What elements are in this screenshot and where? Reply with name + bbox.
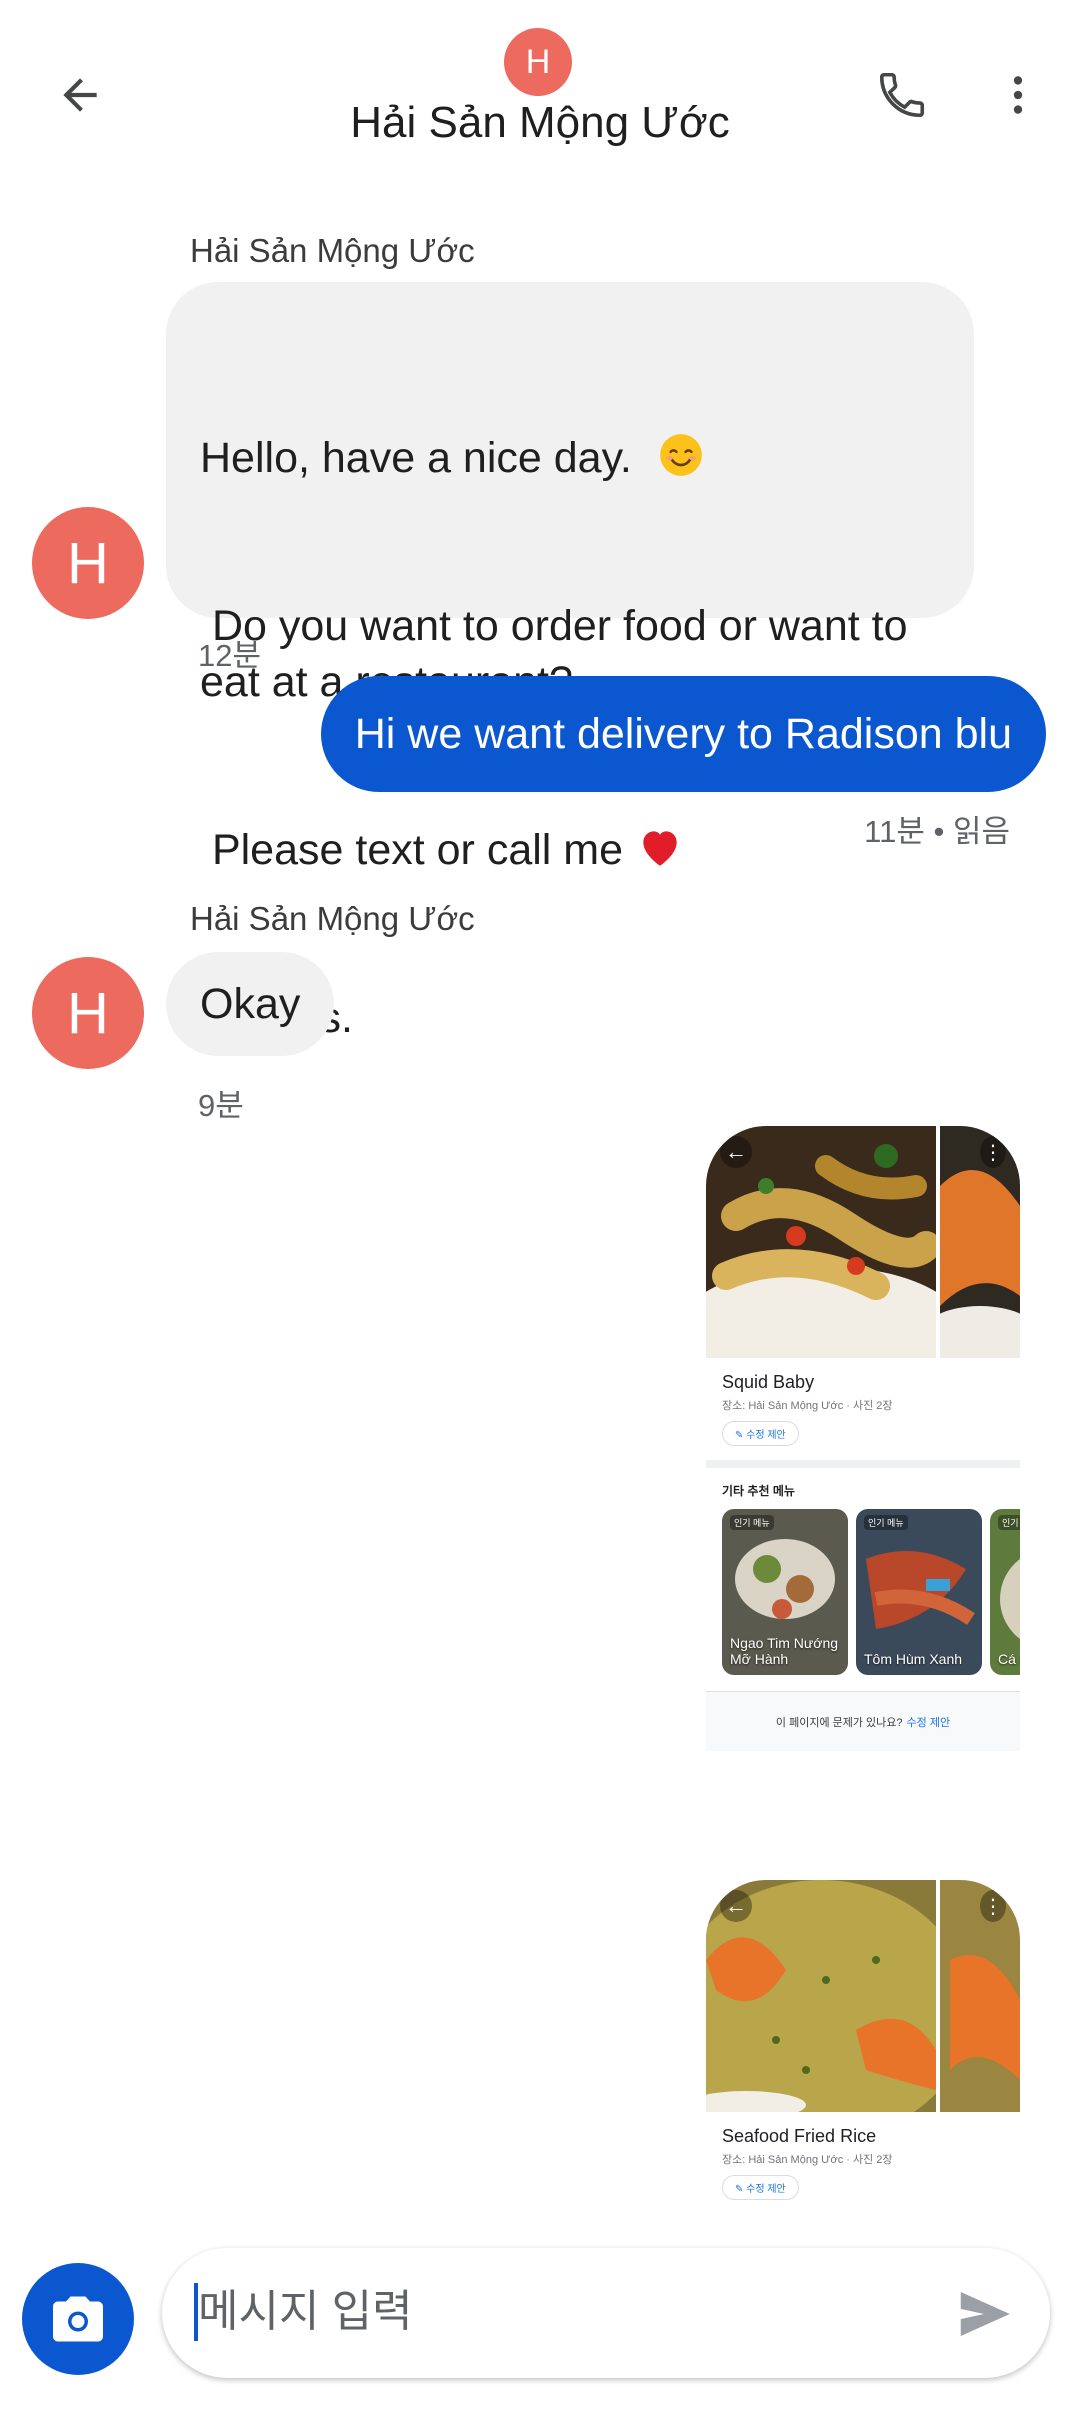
divider	[706, 1460, 1020, 1468]
suggest-edit-chip: ✎ 수정 제안	[722, 2175, 799, 2200]
thumbnail-caption: Cá C	[998, 1651, 1020, 1667]
camera-button[interactable]	[22, 2263, 134, 2375]
send-icon	[960, 2292, 1010, 2336]
image-attachment[interactable]: ← ⋮ Squid Baby 장소: Hải Sản Mộng Ước · 사진…	[706, 1126, 1020, 1766]
outgoing-message-bubble[interactable]: Hi we want delivery to Radison blu	[320, 676, 1046, 792]
photo-strip: ← ⋮	[706, 1126, 1020, 1358]
mini-more-icon: ⋮	[980, 1136, 1006, 1168]
call-button[interactable]	[862, 55, 942, 135]
sender-avatar-letter: H	[67, 980, 109, 1046]
more-options-button[interactable]	[978, 55, 1058, 135]
camera-icon	[53, 2296, 103, 2342]
incoming-message-bubble[interactable]: Hello, have a nice day. Do you want to o…	[166, 282, 974, 1042]
contact-avatar-letter: H	[525, 42, 551, 81]
sender-avatar[interactable]: H	[32, 507, 144, 619]
suggest-edit-chip: ✎ 수정 제안	[722, 1421, 799, 1446]
card-subtitle: 장소: Hải Sản Mộng Ước · 사진 2장	[722, 1400, 893, 1412]
smile-emoji-icon	[659, 434, 702, 476]
message-input-placeholder: 메시지 입력	[198, 2287, 413, 2336]
thumbnail-tag: 인기 메뉴	[730, 1515, 774, 1530]
message-status: 11분 • 읽음	[864, 814, 1010, 849]
outgoing-message-text: Hi we want delivery to Radison blu	[354, 710, 1012, 758]
mini-back-icon: ←	[720, 1890, 752, 1922]
thumbnail: 인기 Cá C	[990, 1509, 1020, 1675]
side-photo	[940, 1880, 1020, 2112]
mini-more-icon: ⋮	[980, 1890, 1006, 1922]
message-line: Please text or call me	[200, 822, 940, 878]
thumbnail-caption: Tôm Hùm Xanh	[864, 1651, 963, 1667]
message-timestamp: 12분	[198, 638, 262, 673]
section-label: 기타 추천 메뉴	[722, 1484, 795, 1498]
side-photo	[940, 1126, 1020, 1358]
sender-name: Hải Sản Mộng Ước	[190, 232, 475, 269]
report-row: 이 페이지에 문제가 있나요? 수정 제안	[706, 1691, 1020, 1751]
more-vert-icon	[1013, 76, 1023, 114]
thumbnail: 인기 메뉴 Tôm Hùm Xanh	[856, 1509, 982, 1675]
contact-avatar[interactable]: H	[504, 28, 572, 96]
thumbnail-caption: Ngao Tim Nướng Mỡ Hành	[730, 1635, 839, 1667]
heart-emoji-icon	[643, 831, 677, 866]
image-attachment[interactable]: ← ⋮ Seafood Fried Rice 장소: Hải Sản Mộng …	[706, 1880, 1020, 2220]
thumbnail-tag: 인기 메뉴	[864, 1515, 908, 1530]
card-title: Squid Baby	[722, 1372, 815, 1392]
photo-strip: ← ⋮	[706, 1880, 1020, 2112]
mini-back-icon: ←	[720, 1136, 752, 1168]
recommended-thumbnails: 인기 메뉴 Ngao Tim Nướng Mỡ Hành 인기 메뉴 Tôm H…	[706, 1509, 1020, 1677]
conversation-header: H Hải Sản Mộng Ước	[0, 0, 1080, 170]
message-line: Hello, have a nice day.	[200, 430, 940, 486]
sender-avatar[interactable]: H	[32, 957, 144, 1069]
phone-icon	[879, 72, 925, 118]
sender-name: Hải Sản Mộng Ước	[190, 900, 475, 937]
message-timestamp: 9분	[198, 1088, 244, 1123]
thumbnail-tag: 인기	[998, 1515, 1020, 1530]
incoming-message-bubble[interactable]: Okay	[166, 952, 335, 1056]
card-subtitle: 장소: Hải Sản Mộng Ước · 사진 2장	[722, 2154, 893, 2166]
card-title: Seafood Fried Rice	[722, 2126, 877, 2146]
thumbnail: 인기 메뉴 Ngao Tim Nướng Mỡ Hành	[722, 1509, 848, 1675]
incoming-message-text: Okay	[200, 980, 301, 1028]
send-button[interactable]	[940, 2270, 1028, 2358]
sender-avatar-letter: H	[67, 530, 109, 596]
